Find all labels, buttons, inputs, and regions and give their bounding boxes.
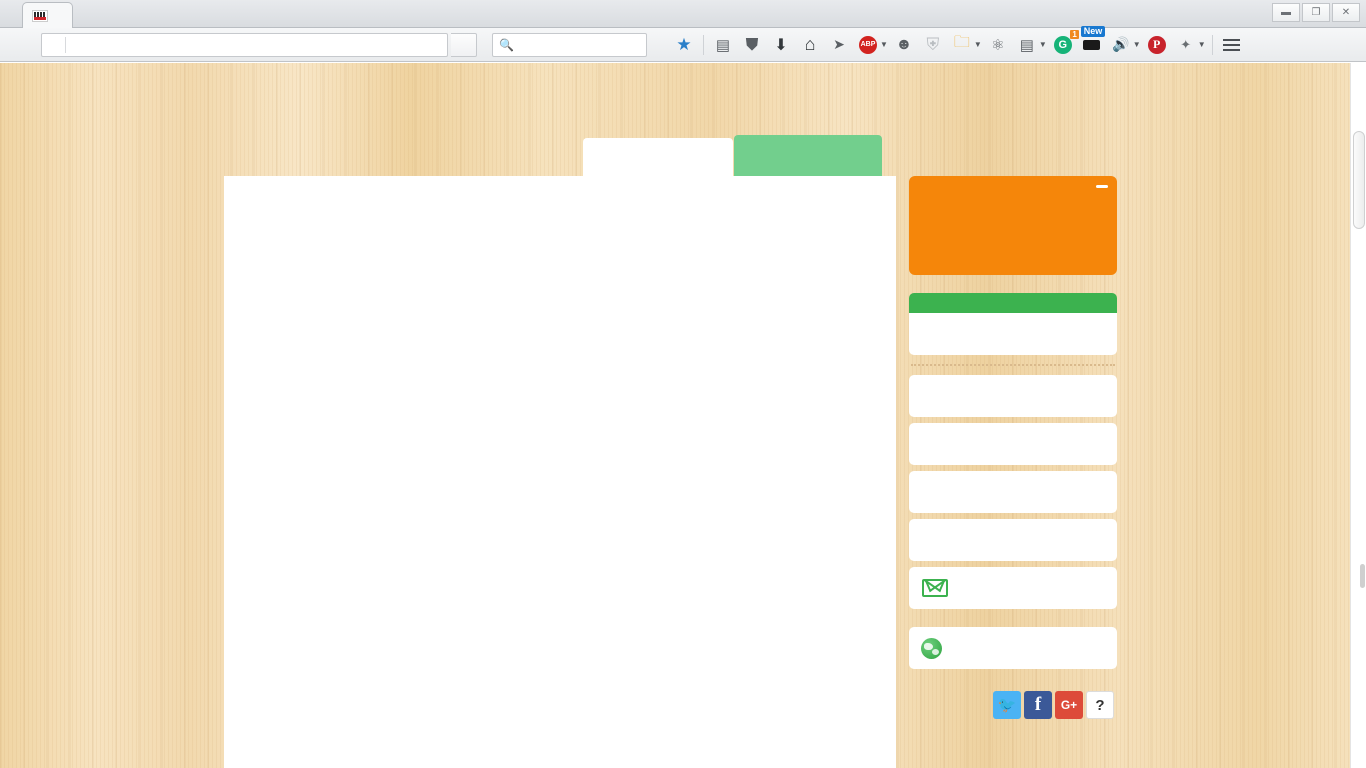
restore-button[interactable]: ❐ [1302, 3, 1330, 22]
scrollbar-thumb[interactable] [1353, 131, 1365, 229]
sidebar-group-primary [909, 313, 1117, 355]
home-icon[interactable]: ⌂ [797, 32, 823, 58]
browser-tab[interactable] [22, 2, 73, 28]
lesson-list-card [224, 176, 896, 768]
status-badge [1096, 185, 1108, 188]
pocket-icon[interactable]: ⛊ [739, 32, 765, 58]
site-info-icon[interactable] [44, 35, 64, 55]
new-tab-button[interactable] [73, 2, 103, 28]
facebook-share-button[interactable]: f [1024, 691, 1052, 719]
browser-window: ▬ ❐ ✕ 🔍 ★ ▤ ⛊ ⬇ ⌂ ➤ ABP ▼ ☻ ⛨ 🗀 ▼ ⚛ ▤ ▼ … [0, 0, 1366, 768]
folder-icon[interactable]: 🗀 [949, 32, 975, 58]
molecule-icon[interactable]: ⚛ [985, 32, 1011, 58]
minimize-button[interactable]: ▬ [1272, 3, 1300, 22]
sidebar-item-kirim-pesan[interactable] [909, 567, 1117, 609]
help-share-button[interactable]: ? [1086, 691, 1114, 719]
download-icon[interactable]: ⬇ [768, 32, 794, 58]
scroll-nub[interactable] [1360, 564, 1365, 588]
navigation-toolbar: 🔍 ★ ▤ ⛊ ⬇ ⌂ ➤ ABP ▼ ☻ ⛨ 🗀 ▼ ⚛ ▤ ▼ G 1 Ne… [0, 25, 1366, 62]
social-share-buttons: 🐦 f G+ ? [909, 691, 1117, 719]
scroll-up-button[interactable] [1351, 63, 1366, 79]
volume-icon[interactable]: 🔊 [1108, 32, 1134, 58]
sidebar-item-apa-itu[interactable] [909, 313, 1117, 355]
page-viewport: 🐦 f G+ ? [0, 63, 1366, 768]
grammarly-badge: 1 [1070, 29, 1079, 39]
page-scrollbar[interactable] [1350, 63, 1366, 768]
bug-icon[interactable]: ✦ [1173, 32, 1199, 58]
promo-subtitle [909, 206, 1117, 210]
sidebar-item-manfaat-belajar[interactable] [909, 519, 1117, 561]
address-bar[interactable] [41, 32, 448, 57]
title-bar: ▬ ❐ ✕ [0, 0, 1366, 28]
nhk-world-favicon-icon [32, 9, 48, 22]
language-selector[interactable] [909, 627, 1117, 669]
sidebar-item-daftar-pertanyaan-populer[interactable] [909, 423, 1117, 465]
google-plus-share-button[interactable]: G+ [1055, 691, 1083, 719]
sidebar: 🐦 f G+ ? [909, 176, 1117, 726]
shield-icon[interactable]: ⛨ [920, 32, 946, 58]
search-input[interactable]: 🔍 [492, 32, 647, 57]
mail-icon [922, 579, 948, 597]
page-header [224, 73, 896, 128]
sidebar-divider [911, 364, 1115, 366]
sidebar-item-bagaimana-menggunakan[interactable] [909, 375, 1117, 417]
adblock-plus-icon[interactable]: ABP [855, 32, 881, 58]
document-dropdown-icon[interactable]: ▼ [1039, 40, 1047, 49]
send-tab-icon[interactable]: ➤ [826, 32, 852, 58]
download-lessons-banner[interactable] [909, 176, 1117, 275]
grammarly-icon[interactable]: G 1 [1050, 29, 1079, 58]
tab-daftar-pelajaran[interactable] [583, 138, 733, 179]
tab-strip [0, 0, 103, 28]
twitter-share-button[interactable]: 🐦 [993, 691, 1021, 719]
sidebar-group-secondary [909, 375, 1117, 609]
reload-icon[interactable] [451, 32, 477, 57]
new-extension-icon[interactable]: New [1079, 25, 1106, 58]
content-tabs [583, 135, 882, 179]
globe-icon [921, 637, 942, 659]
volume-dropdown-icon[interactable]: ▼ [1133, 40, 1141, 49]
tab-cari-berdasarkan-tema[interactable] [734, 135, 882, 179]
close-window-button[interactable]: ✕ [1332, 3, 1360, 22]
page-content: 🐦 f G+ ? [0, 63, 1350, 768]
toolbar-divider-2 [1211, 34, 1213, 55]
url-divider [65, 36, 66, 53]
document-icon[interactable]: ▤ [1014, 32, 1040, 58]
sidebar-item-cara-menggunakan-podcast[interactable] [909, 471, 1117, 513]
pinterest-icon[interactable]: P [1144, 32, 1170, 58]
lesson-grid [224, 176, 896, 192]
bookmark-star-icon[interactable]: ★ [671, 32, 697, 58]
new-badge: New [1080, 25, 1106, 37]
folder-dropdown-icon[interactable]: ▼ [974, 40, 982, 49]
reading-list-icon[interactable]: ▤ [710, 32, 736, 58]
menu-icon[interactable] [1219, 38, 1245, 51]
adblock-dropdown-icon[interactable]: ▼ [880, 40, 888, 49]
window-controls: ▬ ❐ ✕ [1272, 3, 1360, 22]
toolbar-divider [703, 34, 704, 55]
chat-bubble-icon[interactable]: ☻ [891, 32, 917, 58]
back-icon[interactable] [6, 32, 36, 58]
search-icon: 🔍 [499, 37, 514, 52]
sidebar-section-header [909, 293, 1117, 313]
bug-dropdown-icon[interactable]: ▼ [1198, 40, 1206, 49]
